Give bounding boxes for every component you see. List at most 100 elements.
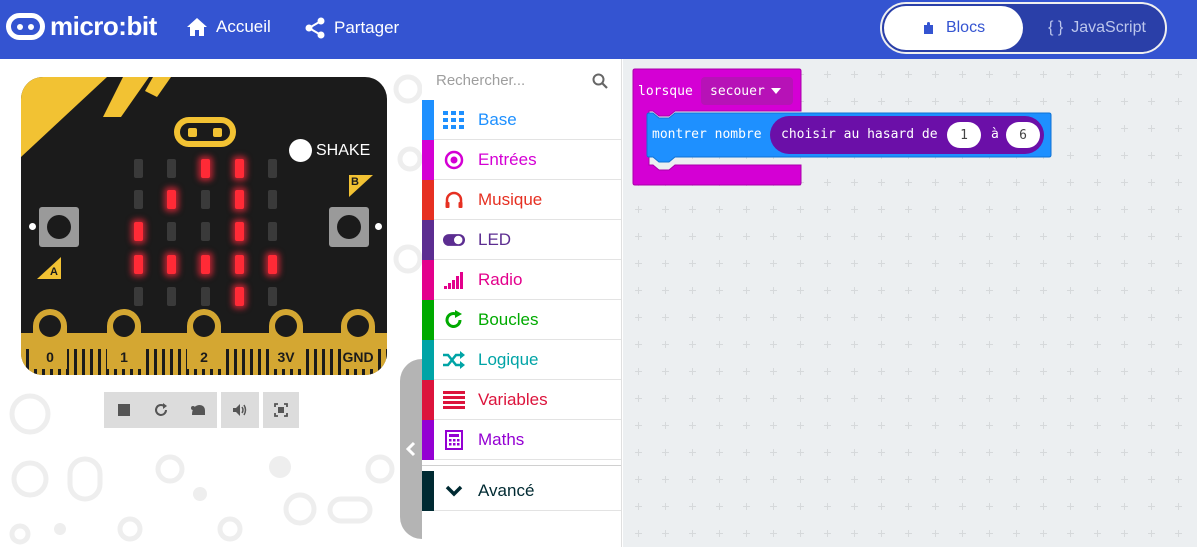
advanced-separator xyxy=(422,465,621,466)
slow-motion-icon xyxy=(190,405,205,415)
pin-label: 3V xyxy=(277,349,295,365)
button-a-label: A xyxy=(50,266,58,278)
blocks-workspace[interactable]: lorsque secouer montrer nombre choisir a… xyxy=(623,59,1197,547)
gesture-dropdown-value: secouer xyxy=(710,83,765,99)
headphones-icon xyxy=(443,189,465,211)
button-a[interactable] xyxy=(39,207,79,247)
category-led[interactable]: LED xyxy=(422,220,621,260)
blocks-tab[interactable]: Blocs xyxy=(884,6,1023,50)
category-color-bar xyxy=(422,140,434,180)
gesture-dropdown[interactable]: secouer xyxy=(701,77,793,105)
grid-icon xyxy=(443,109,465,131)
random-to-word: à xyxy=(991,127,999,142)
led-r4-c2 xyxy=(201,287,210,306)
random-range-label: choisir au hasard de xyxy=(781,127,938,142)
category-music[interactable]: Musique xyxy=(422,180,621,220)
category-label: Radio xyxy=(478,270,523,289)
microbit-logo[interactable]: micro:bit xyxy=(6,13,157,40)
shake-button[interactable]: SHAKE xyxy=(289,139,370,162)
led-r1-c2 xyxy=(201,190,210,209)
button-b-label: B xyxy=(351,176,359,188)
top-header: micro:bit Accueil Partager Blocs { } Jav… xyxy=(0,0,1197,59)
calculator-icon xyxy=(443,429,465,451)
led-r3-c4 xyxy=(268,255,277,274)
microbit-logo-icon xyxy=(6,13,45,40)
category-base[interactable]: Base xyxy=(422,100,621,140)
blocks-tab-label: Blocs xyxy=(945,19,986,36)
category-color-bar xyxy=(422,260,434,300)
led-r0-c3 xyxy=(235,159,244,178)
category-color-bar xyxy=(422,300,434,340)
button-b-dot-icon xyxy=(375,223,382,230)
category-loops[interactable]: Boucles xyxy=(422,300,621,340)
category-label: Boucles xyxy=(478,310,539,329)
shake-dot-icon xyxy=(289,139,312,162)
stop-icon xyxy=(117,404,130,416)
led-r4-c0 xyxy=(134,287,143,306)
category-color-bar xyxy=(422,471,434,511)
simulator-toolbar xyxy=(104,392,299,428)
javascript-tab[interactable]: { } JavaScript xyxy=(1032,6,1162,50)
sound-button[interactable] xyxy=(221,392,259,428)
random-to-input[interactable]: 6 xyxy=(1006,122,1040,148)
category-math[interactable]: Maths xyxy=(422,420,621,460)
search-icon[interactable] xyxy=(592,73,608,89)
led-r3-c3 xyxy=(235,255,244,274)
microbit-face-logo[interactable] xyxy=(174,117,236,147)
share-label: Partager xyxy=(334,18,400,37)
category-color-bar xyxy=(422,420,434,460)
signal-icon xyxy=(443,269,465,291)
led-r4-c1 xyxy=(167,287,176,306)
pin-1[interactable]: 1 xyxy=(107,309,141,369)
category-inputs[interactable]: Entrées xyxy=(422,140,621,180)
pin-label: GND xyxy=(342,349,374,365)
random-from-input[interactable]: 1 xyxy=(947,122,981,148)
category-label: Musique xyxy=(478,190,543,209)
pin-label: 1 xyxy=(120,349,128,365)
category-advanced[interactable]: Avancé xyxy=(422,471,621,511)
home-label: Accueil xyxy=(216,17,271,36)
chevron-down-icon xyxy=(443,480,465,502)
slow-motion-button[interactable] xyxy=(179,392,216,428)
show-number-label: montrer nombre xyxy=(652,127,762,142)
category-color-bar xyxy=(422,340,434,380)
button-b[interactable] xyxy=(329,207,369,247)
shake-label: SHAKE xyxy=(316,141,371,159)
led-r1-c0 xyxy=(134,190,143,209)
caret-down-icon xyxy=(770,88,781,94)
search-input[interactable] xyxy=(436,69,586,91)
home-button[interactable]: Accueil xyxy=(186,17,271,37)
category-label: Logique xyxy=(478,350,539,369)
pin-0[interactable]: 0 xyxy=(33,309,67,369)
chevron-left-icon xyxy=(406,441,416,457)
share-button[interactable]: Partager xyxy=(304,17,399,39)
javascript-tab-label: JavaScript xyxy=(1071,19,1146,36)
led-r2-c3 xyxy=(235,222,244,241)
led-r2-c1 xyxy=(167,222,176,241)
pin-gnd[interactable]: GND xyxy=(341,309,375,369)
button-a-dot-icon xyxy=(29,223,36,230)
simulator-panel: SHAKE A B 0 1 2 3V GND xyxy=(0,59,422,547)
toolbox-search xyxy=(422,59,622,100)
random-to-value: 6 xyxy=(1019,127,1027,143)
microbit-board: SHAKE A B 0 1 2 3V GND xyxy=(21,77,387,375)
collapse-simulator-button[interactable] xyxy=(400,359,422,539)
category-radio[interactable]: Radio xyxy=(422,260,621,300)
category-color-bar xyxy=(422,380,434,420)
pin-2[interactable]: 2 xyxy=(187,309,221,369)
event-block-keyword: lorsque xyxy=(638,84,693,99)
category-color-bar xyxy=(422,100,434,140)
screenshot-button[interactable] xyxy=(263,392,299,428)
category-color-bar xyxy=(422,220,434,260)
target-icon xyxy=(443,149,465,171)
share-icon xyxy=(305,17,325,39)
toggle-icon xyxy=(443,229,465,251)
pin-3v[interactable]: 3V xyxy=(269,309,303,369)
led-r1-c4 xyxy=(268,190,277,209)
led-r3-c0 xyxy=(134,255,143,274)
category-variables[interactable]: Variables xyxy=(422,380,621,420)
pin-label: 2 xyxy=(200,349,208,365)
category-logic[interactable]: Logique xyxy=(422,340,621,380)
stop-button[interactable] xyxy=(105,392,142,428)
restart-button[interactable] xyxy=(142,392,179,428)
